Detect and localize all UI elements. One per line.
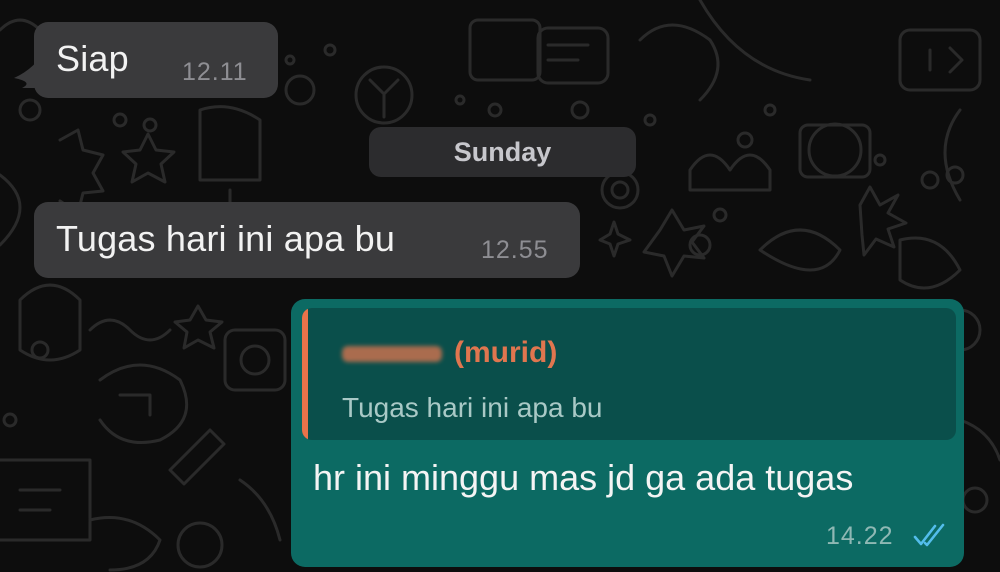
- outgoing-message[interactable]: (murid) Tugas hari ini apa bu hr ini min…: [291, 299, 964, 567]
- quoted-message[interactable]: (murid) Tugas hari ini apa bu: [302, 308, 956, 440]
- message-time: 12.11: [182, 58, 248, 86]
- message-time: 12.55: [481, 236, 549, 264]
- chat-view[interactable]: Siap 12.11 Sunday Tugas hari ini apa bu …: [0, 0, 1000, 572]
- message-text: Siap: [56, 38, 129, 79]
- message-text: hr ini minggu mas jd ga ada tugas: [313, 457, 854, 498]
- incoming-message[interactable]: Siap 12.11: [34, 22, 278, 98]
- redacted-name: [342, 346, 442, 363]
- incoming-message[interactable]: Tugas hari ini apa bu 12.55: [34, 202, 580, 278]
- message-text: Tugas hari ini apa bu: [56, 218, 396, 259]
- quoted-text: Tugas hari ini apa bu: [342, 392, 603, 423]
- date-separator: Sunday: [369, 127, 636, 177]
- message-time: 14.22: [826, 522, 894, 550]
- quoted-author-role: (murid): [454, 336, 558, 369]
- quoted-author: (murid): [342, 336, 557, 370]
- quote-accent-bar: [302, 308, 308, 440]
- double-check-read-icon: [913, 523, 945, 547]
